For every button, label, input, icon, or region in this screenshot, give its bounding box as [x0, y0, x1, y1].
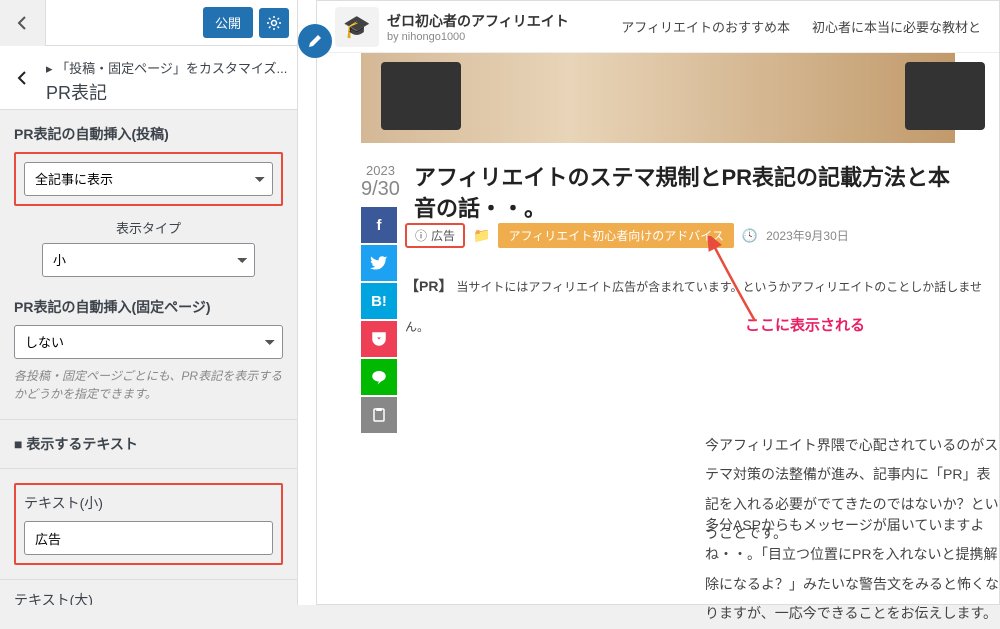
pencil-icon: [307, 33, 323, 49]
clipboard-icon: [371, 407, 387, 423]
publish-button[interactable]: 公開: [203, 7, 253, 38]
customizer-sidebar: 公開 ▸ 「投稿・固定ページ」をカスタマイズ... PR表記 PR表記の自動挿入…: [0, 0, 298, 605]
site-title[interactable]: ゼロ初心者のアフィリエイト: [387, 11, 569, 31]
meta-row: ⓘ 広告 📁 アフィリエイト初心者向けのアドバイス 🕓 2023年9月30日: [405, 223, 849, 248]
section-auto-insert-page-label: PR表記の自動挿入(固定ページ): [14, 297, 283, 317]
text-small-input[interactable]: [24, 521, 273, 555]
back-button[interactable]: [0, 54, 46, 102]
text-large-label: テキスト(大): [14, 590, 283, 605]
breadcrumb-text: ▸ 「投稿・固定ページ」をカスタマイズ...: [46, 54, 287, 77]
breadcrumb-row: ▸ 「投稿・固定ページ」をカスタマイズ... PR表記: [0, 46, 297, 110]
top-bar: 公開: [46, 0, 297, 46]
display-type-select[interactable]: 小: [42, 243, 255, 277]
share-pocket[interactable]: [361, 321, 397, 357]
nav-item-2[interactable]: 初心者に本当に必要な教材と: [812, 17, 981, 36]
line-icon: [370, 368, 388, 386]
share-facebook[interactable]: f: [361, 207, 397, 243]
ad-badge-text: 広告: [431, 227, 455, 244]
edit-shortcut-button[interactable]: [298, 24, 332, 58]
auto-insert-post-select[interactable]: 全記事に表示: [24, 162, 273, 196]
breadcrumb-prefix: ▸: [46, 61, 53, 76]
site-logo: 🎓: [335, 7, 379, 47]
breadcrumb-trail: 「投稿・固定ページ」をカスタマイズ...: [56, 61, 287, 76]
settings-button[interactable]: [259, 8, 289, 38]
breadcrumb-title: PR表記: [46, 79, 287, 105]
pocket-icon: [370, 330, 388, 348]
collapse-icon: [16, 16, 30, 30]
separator: [0, 419, 297, 420]
highlight-box-2: テキスト(小): [14, 483, 283, 565]
share-twitter[interactable]: [361, 245, 397, 281]
article-title: アフィリエイトのステマ規制とPR表記の記載方法と本音の話・・。: [414, 163, 955, 225]
twitter-icon: [370, 254, 388, 272]
info-icon: ⓘ: [415, 227, 427, 244]
post-date: 2023年9月30日: [766, 227, 849, 244]
preview-pane: 🎓 ゼロ初心者のアフィリエイト by nihongo1000 アフィリエイトのお…: [298, 0, 1000, 605]
description-text: 各投稿・固定ページごとにも、PR表記を表示するかどうかを指定できます。: [14, 367, 283, 403]
annotation-text: ここに表示される: [745, 314, 865, 335]
share-line[interactable]: [361, 359, 397, 395]
site-header: 🎓 ゼロ初心者のアフィリエイト by nihongo1000 アフィリエイトのお…: [317, 1, 999, 53]
auto-insert-page-select[interactable]: しない: [14, 325, 283, 359]
display-text-heading: ■ 表示するテキスト: [14, 434, 283, 454]
text-small-label: テキスト(小): [24, 493, 273, 513]
folder-icon: 📁: [473, 227, 490, 244]
date-month-day: 9/30: [361, 178, 400, 201]
preview-inner: 🎓 ゼロ初心者のアフィリエイト by nihongo1000 アフィリエイトのお…: [316, 0, 1000, 605]
separator: [0, 468, 297, 469]
main-nav: アフィリエイトのおすすめ本 初心者に本当に必要な教材と: [621, 17, 981, 36]
display-type-label: 表示タイプ: [14, 218, 283, 237]
share-copy[interactable]: [361, 397, 397, 433]
date-year: 2023: [361, 163, 400, 178]
collapse-sidebar-button[interactable]: [0, 0, 46, 46]
paragraph-2: 多分ASPからもメッセージが届いていますよね・・。「目立つ位置にPRを入れないと…: [705, 511, 999, 629]
pr-disclaimer: 当サイトにはアフィリエイト広告が含まれています。というかアフィリエイトのことしか…: [456, 280, 982, 294]
article-header: 2023 9/30 アフィリエイトのステマ規制とPR表記の記載方法と本音の話・・…: [361, 163, 955, 225]
share-column: f B!: [361, 207, 397, 433]
section-auto-insert-post-label: PR表記の自動挿入(投稿): [14, 124, 283, 144]
article-body: 【PR】 当サイトにはアフィリエイト広告が含まれています。というかアフィリエイト…: [405, 273, 999, 338]
hero-image: [361, 53, 955, 143]
pr-disclaimer-2: ん。: [405, 316, 999, 339]
gear-icon: [266, 15, 282, 31]
nav-item-1[interactable]: アフィリエイトのおすすめ本: [621, 17, 790, 36]
ad-badge: ⓘ 広告: [405, 223, 465, 248]
settings-panel: PR表記の自動挿入(投稿) 全記事に表示 表示タイプ 小 PR表記の自動挿入(固…: [0, 110, 297, 605]
pr-label: 【PR】: [405, 278, 452, 294]
clock-icon: 🕓: [742, 228, 758, 244]
highlight-box-1: 全記事に表示: [14, 152, 283, 206]
chevron-left-icon: [16, 71, 30, 85]
separator: [0, 579, 297, 580]
site-subtitle: by nihongo1000: [387, 31, 569, 43]
category-badge[interactable]: アフィリエイト初心者向けのアドバイス: [498, 223, 733, 248]
share-hatena[interactable]: B!: [361, 283, 397, 319]
